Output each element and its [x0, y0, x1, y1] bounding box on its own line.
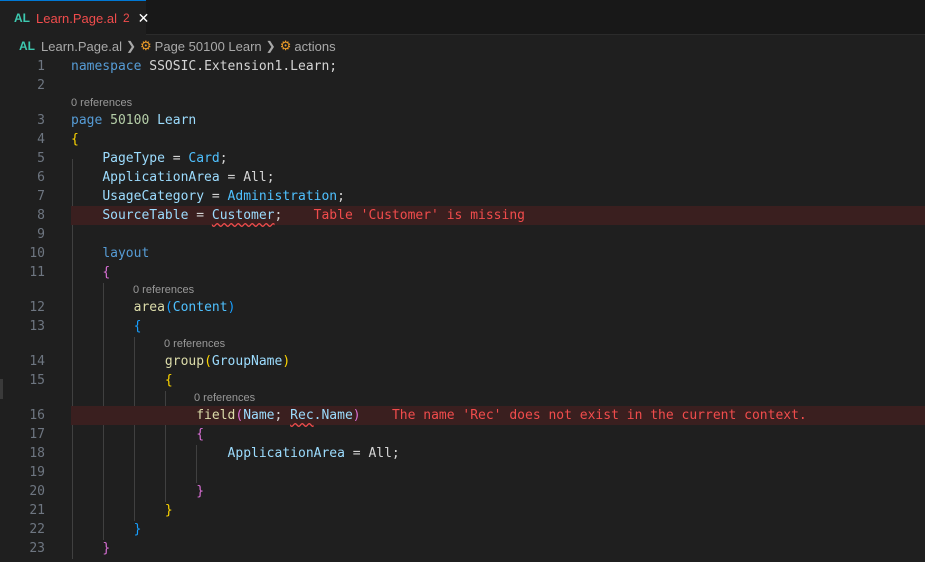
code-line: 9: [0, 225, 925, 244]
object-id: 50100: [110, 113, 150, 128]
line-number: 21: [29, 503, 45, 518]
code-line-error: 16 field(Name; Rec.Name) The name 'Rec' …: [0, 406, 925, 425]
property-value: All: [243, 170, 267, 185]
line-number: 20: [29, 484, 45, 499]
line-number: 15: [29, 373, 45, 388]
brace: {: [196, 427, 205, 442]
code-line: 7 UsageCategory = Administration;: [0, 187, 925, 206]
symbol-class-icon: ⚙: [140, 38, 152, 53]
brace: }: [102, 541, 111, 556]
control-argument: Content: [172, 300, 228, 315]
property-value: Card: [188, 151, 220, 166]
symbol-class-icon: ⚙: [279, 38, 292, 53]
code-line: 2: [0, 76, 925, 95]
tab-filename: Learn.Page.al: [36, 10, 117, 26]
error-squiggle-token[interactable]: Customer: [212, 208, 275, 223]
breadcrumb-section[interactable]: actions: [294, 39, 335, 54]
control-keyword: area: [133, 300, 165, 315]
line-number: 18: [29, 446, 45, 461]
brace: {: [164, 373, 173, 388]
code-line: 4 {: [0, 130, 925, 149]
brace: {: [102, 265, 111, 280]
code-line: 10 layout: [0, 244, 925, 263]
code-line-error: 8 SourceTable = Customer; Table 'Custome…: [0, 206, 925, 225]
property-name: UsageCategory: [102, 189, 205, 204]
tab-bar: AL Learn.Page.al 2 ✕: [0, 0, 925, 35]
al-file-icon: AL: [19, 39, 35, 53]
brace: }: [133, 522, 142, 537]
code-line: 23 }: [0, 539, 925, 558]
property-value: Administration: [227, 189, 338, 204]
line-number: 11: [29, 265, 45, 280]
code-line: 6 ApplicationArea = All;: [0, 168, 925, 187]
line-number: 1: [37, 59, 45, 74]
breadcrumb: AL Learn.Page.al ❯ ⚙ Page 50100 Learn ❯ …: [0, 35, 925, 57]
line-number: 2: [37, 78, 45, 93]
keyword: namespace: [71, 59, 142, 74]
code-line: 5 PageType = Card;: [0, 149, 925, 168]
tab-learn-page[interactable]: AL Learn.Page.al 2 ✕: [0, 0, 149, 35]
property-value: All: [368, 446, 392, 461]
code-line: 20 }: [0, 482, 925, 501]
brace: }: [196, 484, 205, 499]
property-name: SourceTable: [102, 208, 189, 223]
control-keyword: group: [164, 354, 205, 369]
code-line: 22 }: [0, 520, 925, 539]
inline-error-message: Table 'Customer' is missing: [313, 208, 525, 223]
line-number: 3: [37, 113, 45, 128]
code-line: 19: [0, 463, 925, 482]
line-number: 9: [37, 227, 45, 242]
close-icon[interactable]: ✕: [138, 10, 150, 27]
brace: }: [164, 503, 173, 518]
problem-count-badge: 2: [122, 11, 130, 25]
breadcrumb-file[interactable]: Learn.Page.al: [41, 39, 122, 54]
property-name: ApplicationArea: [227, 446, 345, 461]
line-number: 12: [29, 300, 45, 315]
line-number: 8: [37, 208, 45, 223]
line-number: 16: [29, 408, 45, 423]
breadcrumb-page[interactable]: Page 50100 Learn: [155, 39, 262, 54]
error-squiggle-token[interactable]: Rec: [290, 408, 313, 423]
code-line: 18 ApplicationArea = All;: [0, 444, 925, 463]
line-number: 14: [29, 354, 45, 369]
code-line: 17 {: [0, 425, 925, 444]
line-number: 23: [29, 541, 45, 556]
chevron-right-icon: ❯: [125, 39, 137, 53]
code-line: 3 page 50100 Learn: [0, 111, 925, 130]
object-name: Learn: [149, 113, 197, 128]
line-number: 10: [29, 246, 45, 261]
line-number: 6: [37, 170, 45, 185]
code-line: 15 {: [0, 371, 925, 390]
line-number: 22: [29, 522, 45, 537]
property-name: ApplicationArea: [102, 170, 220, 185]
brace: {: [133, 319, 142, 334]
code-line: 11 {: [0, 263, 925, 282]
control-argument: GroupName: [211, 354, 283, 369]
line-number: 13: [29, 319, 45, 334]
code-line: 13 {: [0, 317, 925, 336]
code-line: 21 }: [0, 501, 925, 520]
inline-error-message: The name 'Rec' does not exist in the cur…: [391, 408, 807, 423]
property-name: PageType: [102, 151, 165, 166]
code-line: 12 area(Content): [0, 298, 925, 317]
line-number: 4: [37, 132, 45, 147]
line-number: 19: [29, 465, 45, 480]
line-number: 17: [29, 427, 45, 442]
brace: {: [71, 132, 79, 147]
code-line: 1 namespace SSOSIC.Extension1.Learn;: [0, 57, 925, 76]
code-editor[interactable]: 1 namespace SSOSIC.Extension1.Learn; 2 0…: [0, 57, 925, 562]
keyword: page: [71, 113, 103, 128]
namespace-name: SSOSIC.Extension1.Learn;: [141, 59, 338, 74]
keyword: layout: [102, 246, 150, 261]
control-argument: Name: [243, 408, 275, 423]
code-line: 14 group(GroupName): [0, 352, 925, 371]
chevron-right-icon: ❯: [265, 39, 276, 53]
control-keyword: field: [196, 408, 236, 423]
line-number: 5: [37, 151, 45, 166]
al-file-icon: AL: [14, 11, 30, 25]
line-number: 7: [37, 189, 45, 204]
